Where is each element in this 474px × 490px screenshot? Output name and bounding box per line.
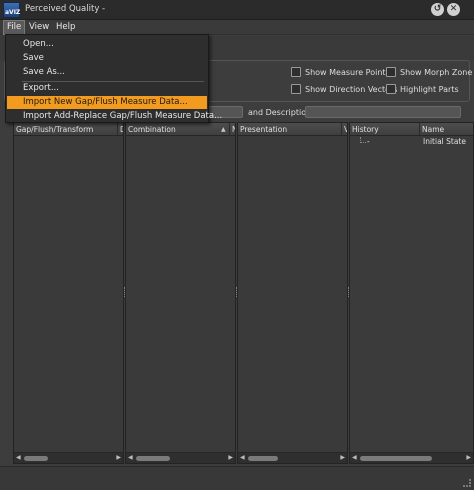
scroll-right-icon[interactable]: ▶: [466, 454, 471, 461]
description-input[interactable]: [305, 106, 461, 118]
scroll-left-icon[interactable]: ◀: [16, 454, 21, 461]
title-bar: aVIZ Perceived Quality - ↺ ✕: [0, 0, 474, 20]
scroll-left-icon[interactable]: ◀: [352, 454, 357, 461]
checkbox-box[interactable]: [386, 67, 396, 77]
description-label: and Description: [248, 108, 312, 117]
menu-view[interactable]: View: [26, 20, 52, 35]
gap-flush-list[interactable]: [14, 136, 123, 452]
panel-header: Presentation V: [238, 123, 347, 136]
checkbox-box[interactable]: [386, 84, 396, 94]
checkbox-label: Show Direction Vectors: [305, 84, 398, 94]
scroll-right-icon[interactable]: ▶: [228, 454, 233, 461]
column-header-d[interactable]: D: [118, 123, 123, 135]
close-icon[interactable]: ✕: [447, 3, 460, 16]
scrollbar-thumb[interactable]: [24, 456, 48, 461]
window-title: Perceived Quality -: [25, 4, 106, 14]
checkbox-box[interactable]: [291, 67, 301, 77]
column-header-history[interactable]: History: [350, 123, 420, 135]
show-direction-vectors-checkbox[interactable]: Show Direction Vectors: [291, 84, 397, 94]
combination-panel: Combination ▲ N ◀ ▶: [125, 122, 236, 464]
history-row[interactable]: - Initial State: [350, 137, 474, 148]
history-panel: History Name - Initial State ◀ ▶: [349, 122, 474, 464]
show-morph-zone-checkbox[interactable]: Show Morph Zone: [386, 67, 472, 77]
name-cell: Initial State: [423, 137, 466, 146]
menu-bar: File View Help: [0, 20, 474, 35]
scroll-left-icon[interactable]: ◀: [128, 454, 133, 461]
horizontal-scrollbar[interactable]: ◀ ▶: [126, 452, 235, 463]
presentation-panel: Presentation V ◀ ▶: [237, 122, 348, 464]
scroll-right-icon[interactable]: ▶: [116, 454, 121, 461]
app-logo-icon: aVIZ: [3, 2, 20, 18]
restore-icon[interactable]: ↺: [431, 3, 444, 16]
menu-item-export[interactable]: Export...: [7, 82, 207, 95]
menu-item-save[interactable]: Save: [7, 52, 207, 65]
menu-item-import-add-replace[interactable]: Import Add-Replace Gap/Flush Measure Dat…: [7, 110, 222, 123]
combination-list[interactable]: [126, 136, 235, 452]
show-measure-points-checkbox[interactable]: Show Measure Points: [291, 67, 390, 77]
horizontal-scrollbar[interactable]: ◀ ▶: [14, 452, 123, 463]
sort-ascending-icon: ▲: [221, 126, 226, 133]
menu-item-open[interactable]: Open...: [7, 38, 207, 51]
presentation-list[interactable]: [238, 136, 347, 452]
horizontal-scrollbar[interactable]: ◀ ▶: [238, 452, 347, 463]
file-menu-dropdown: Open... Save Save As... Export... Import…: [5, 34, 222, 123]
scrollbar-thumb[interactable]: [248, 456, 278, 461]
scrollbar-thumb[interactable]: [136, 456, 170, 461]
highlight-parts-checkbox[interactable]: Highlight Parts: [386, 84, 459, 94]
history-cell: -: [367, 137, 370, 146]
scroll-right-icon[interactable]: ▶: [340, 454, 345, 461]
panel-header: History Name: [350, 123, 473, 136]
column-header-name[interactable]: Name: [420, 123, 473, 135]
scroll-left-icon[interactable]: ◀: [240, 454, 245, 461]
menu-item-import-new[interactable]: Import New Gap/Flush Measure Data...: [7, 96, 207, 109]
horizontal-scrollbar[interactable]: ◀ ▶: [350, 452, 473, 463]
column-header-presentation[interactable]: Presentation: [238, 123, 342, 135]
column-header-v[interactable]: V: [342, 123, 347, 135]
panel-header: Combination ▲ N: [126, 123, 235, 136]
panel-header: Gap/Flush/Transform D: [14, 123, 123, 136]
app-logo-text: aVIZ: [5, 9, 21, 16]
menu-file[interactable]: File: [3, 20, 26, 35]
scrollbar-thumb[interactable]: [360, 456, 432, 461]
column-header-combination[interactable]: Combination: [126, 123, 230, 135]
menu-help[interactable]: Help: [53, 20, 78, 35]
checkbox-label: Highlight Parts: [400, 84, 459, 94]
gap-flush-panel: Gap/Flush/Transform D ◀ ▶: [13, 122, 124, 464]
menu-item-save-as[interactable]: Save As...: [7, 66, 207, 79]
checkbox-box[interactable]: [291, 84, 301, 94]
column-header-gap-flush[interactable]: Gap/Flush/Transform: [14, 123, 118, 135]
resize-grip-icon[interactable]: [463, 479, 471, 487]
column-header-n[interactable]: N: [230, 123, 235, 135]
status-bar: [0, 466, 474, 490]
checkbox-label: Show Morph Zone: [400, 67, 473, 77]
checkbox-label: Show Measure Points: [305, 67, 390, 77]
